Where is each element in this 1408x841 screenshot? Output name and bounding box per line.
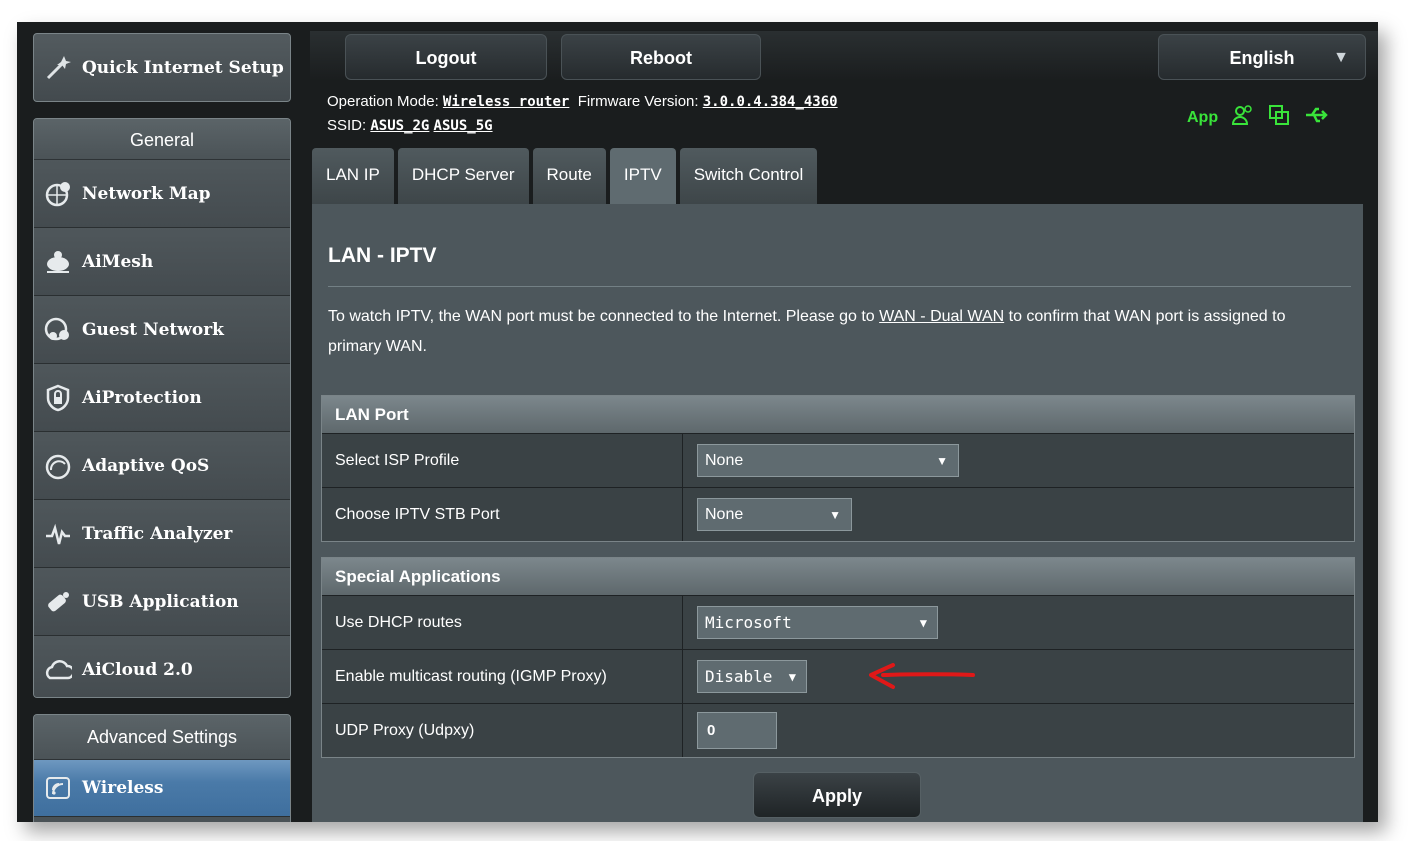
advanced-settings-header: Advanced Settings (34, 715, 290, 760)
sidebar-item-network-map[interactable]: Network Map (34, 160, 290, 228)
tab-switch-control[interactable]: Switch Control (679, 148, 818, 204)
dropdown-arrow-icon: ▼ (919, 615, 927, 630)
status-info: Operation Mode: Wireless router Firmware… (327, 90, 838, 138)
op-mode-label: Operation Mode: (327, 93, 439, 110)
sidebar-item-aimesh[interactable]: AiMesh (34, 228, 290, 296)
advanced-settings-menu: Advanced Settings Wireless (33, 714, 291, 822)
ssid-5g-link[interactable]: ASUS_5G (434, 118, 493, 134)
table-row: Enable multicast routing (IGMP Proxy) Di… (322, 649, 1354, 703)
udpxy-label: UDP Proxy (Udpxy) (322, 704, 683, 757)
tab-bar: LAN IP DHCP Server Route IPTV Switch Con… (312, 148, 818, 204)
dhcp-routes-value: Microsoft (705, 613, 792, 632)
status-icons: App (1187, 104, 1330, 131)
isp-profile-value: None (705, 451, 744, 469)
language-label: English (1229, 48, 1295, 68)
router-admin-window: Quick Internet Setup General Network Map… (17, 22, 1378, 822)
table-row: UDP Proxy (Udpxy) 0 (322, 703, 1354, 757)
table-row: Choose IPTV STB Port None ▼ (322, 487, 1354, 541)
wan-dual-wan-link[interactable]: WAN - Dual WAN (879, 308, 1004, 325)
special-applications-table: Special Applications Use DHCP routes Mic… (321, 557, 1355, 758)
special-applications-header: Special Applications (322, 558, 1354, 595)
usb-status-icon[interactable] (1304, 104, 1330, 131)
quick-setup-label: Quick Internet Setup (82, 57, 284, 78)
firmware-label: Firmware Version: (577, 93, 699, 110)
general-header: General (34, 119, 290, 160)
table-row: Select ISP Profile None ▼ (322, 433, 1354, 487)
ssid-2g-link[interactable]: ASUS_2G (370, 118, 429, 134)
dhcp-routes-label: Use DHCP routes (322, 596, 683, 649)
udpxy-input[interactable]: 0 (697, 712, 777, 749)
isp-profile-select[interactable]: None ▼ (697, 444, 959, 477)
ssid-label: SSID: (327, 117, 367, 134)
igmp-proxy-label: Enable multicast routing (IGMP Proxy) (322, 650, 683, 703)
op-mode-link[interactable]: Wireless router (443, 94, 569, 110)
logout-button[interactable]: Logout (345, 34, 547, 80)
stb-port-select[interactable]: None ▼ (697, 498, 852, 531)
sidebar-item-guest-network[interactable]: Guest Network (34, 296, 290, 364)
firmware-link[interactable]: 3.0.0.4.384_4360 (703, 94, 838, 110)
network-map-icon (44, 180, 72, 208)
clients-icon[interactable] (1232, 104, 1254, 131)
sidebar-item-wireless[interactable]: Wireless (34, 760, 290, 817)
guest-network-icon (44, 316, 72, 344)
app-link[interactable]: App (1187, 109, 1218, 127)
title-divider (328, 286, 1351, 287)
usb-icon (44, 588, 72, 616)
reboot-button[interactable]: Reboot (561, 34, 761, 80)
sidebar-item-label: USB Application (82, 591, 239, 612)
traffic-waveform-icon (44, 520, 72, 548)
apply-button[interactable]: Apply (753, 772, 921, 818)
dhcp-routes-select[interactable]: Microsoft ▼ (697, 606, 938, 639)
dropdown-arrow-icon: ▼ (788, 669, 796, 684)
table-row: Use DHCP routes Microsoft ▼ (322, 595, 1354, 649)
page-title: LAN - IPTV (328, 244, 437, 267)
copy-devices-icon[interactable] (1268, 104, 1290, 131)
sidebar-item-adaptive-qos[interactable]: Adaptive QoS (34, 432, 290, 500)
sidebar-item-aiprotection[interactable]: AiProtection (34, 364, 290, 432)
sidebar-item-aicloud[interactable]: AiCloud 2.0 (34, 636, 290, 697)
gauge-icon (44, 452, 72, 480)
sidebar-item-label: Traffic Analyzer (82, 523, 233, 544)
igmp-proxy-select[interactable]: Disable ▼ (697, 660, 807, 693)
sidebar-item-usb-application[interactable]: USB Application (34, 568, 290, 636)
dropdown-arrow-icon: ▼ (936, 453, 948, 468)
sidebar-item-label: AiCloud 2.0 (82, 659, 193, 680)
cloud-icon (44, 656, 72, 684)
chevron-down-icon: ▼ (1333, 49, 1349, 66)
iptv-content-panel: LAN - IPTV To watch IPTV, the WAN port m… (312, 204, 1363, 822)
wand-icon (44, 54, 72, 82)
tab-lan-ip[interactable]: LAN IP (312, 148, 394, 204)
lan-port-header: LAN Port (322, 396, 1354, 433)
sidebar-item-label: Network Map (82, 183, 211, 204)
red-arrow-annotation (869, 663, 975, 689)
dropdown-arrow-icon: ▼ (829, 507, 841, 522)
lan-port-table: LAN Port Select ISP Profile None ▼ Choos… (321, 395, 1355, 542)
sidebar-item-label: Guest Network (82, 319, 224, 340)
stb-port-value: None (705, 505, 744, 523)
general-menu: General Network Map AiMesh Guest Network… (33, 118, 291, 698)
wireless-icon (44, 774, 72, 802)
sidebar-item-label: Adaptive QoS (82, 455, 210, 476)
igmp-proxy-value: Disable (705, 667, 773, 686)
sidebar-item-label: AiProtection (82, 387, 202, 408)
quick-internet-setup-button[interactable]: Quick Internet Setup (33, 33, 291, 102)
tab-iptv[interactable]: IPTV (609, 148, 676, 204)
sidebar-item-label: AiMesh (82, 251, 154, 272)
top-bar: Logout Reboot English ▼ (310, 31, 1378, 81)
tab-route[interactable]: Route (532, 148, 606, 204)
language-select[interactable]: English ▼ (1158, 34, 1366, 80)
stb-port-label: Choose IPTV STB Port (322, 488, 683, 541)
page-description: To watch IPTV, the WAN port must be conn… (328, 302, 1338, 362)
sidebar-item-label: Wireless (82, 778, 164, 798)
tab-dhcp-server[interactable]: DHCP Server (397, 148, 529, 204)
sidebar-item-traffic-analyzer[interactable]: Traffic Analyzer (34, 500, 290, 568)
aimesh-icon (44, 248, 72, 276)
shield-lock-icon (44, 384, 72, 412)
desc-text-1: To watch IPTV, the WAN port must be conn… (328, 308, 880, 325)
isp-profile-label: Select ISP Profile (322, 434, 683, 487)
